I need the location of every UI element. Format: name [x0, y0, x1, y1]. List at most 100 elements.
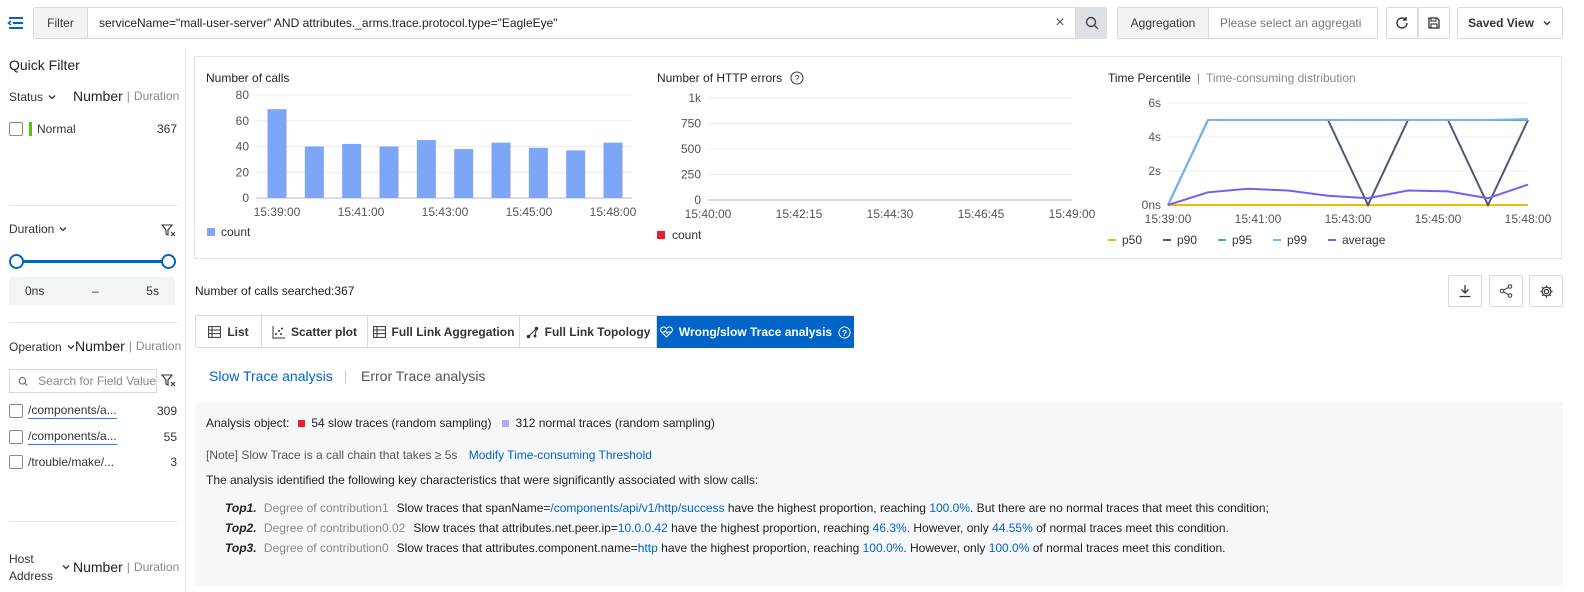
- menu-toggle-icon[interactable]: [6, 13, 28, 33]
- tab-full-link-aggregation[interactable]: Full Link Aggregation: [368, 316, 520, 348]
- refresh-button[interactable]: [1386, 7, 1418, 39]
- aggregation-select[interactable]: Please select an aggregati: [1208, 7, 1378, 39]
- errors-chart: 0 250 500 750 1k 15:40:00 15:42:15 15:44:30 15:4…: [657, 91, 1096, 242]
- top-mid: have the highest proportion, reaching: [667, 521, 873, 535]
- tab-separator: |: [1196, 71, 1201, 85]
- top-pre: Slow traces that spanName=: [396, 501, 551, 515]
- top-rank: Top1.: [225, 501, 257, 515]
- filter-query-input[interactable]: serviceName="mall-user-server" AND attri…: [88, 7, 1076, 39]
- series-line-average: [1167, 183, 1529, 206]
- status-item-normal[interactable]: Normal 367: [9, 122, 177, 136]
- legend-label: p99: [1287, 233, 1307, 247]
- table-icon: [372, 326, 386, 338]
- operation-checkbox[interactable]: [9, 404, 23, 418]
- tab-full-link-topology[interactable]: Full Link Topology: [520, 316, 657, 348]
- sort-duration[interactable]: Duration: [134, 560, 179, 574]
- sort-duration[interactable]: Duration: [136, 339, 181, 353]
- chevron-down-icon[interactable]: [61, 562, 71, 572]
- operation-checkbox[interactable]: [9, 455, 23, 469]
- calls-chart: 0 20 40 60 80 15:39:00 15:41:00 15:43:00 15:45:0…: [207, 88, 637, 239]
- aggregation-placeholder: Please select an aggregati: [1220, 16, 1362, 30]
- host-sort-toggle[interactable]: Number | Duration: [73, 559, 179, 575]
- download-button[interactable]: [1448, 275, 1482, 307]
- top-value[interactable]: http: [638, 541, 658, 555]
- x-tick-label: 15:41:00: [338, 205, 385, 219]
- subtab-error-trace-analysis[interactable]: Error Trace analysis: [361, 368, 485, 384]
- quick-filter-sidebar: Quick Filter Status Number | Duration Norm…: [0, 48, 186, 592]
- x-tick-label: 15:39:00: [1145, 212, 1192, 226]
- save-button[interactable]: [1418, 7, 1450, 39]
- operation-section-header[interactable]: Operation: [9, 340, 76, 354]
- tab-scatter-plot[interactable]: Scatter plot: [262, 316, 368, 348]
- percentile-tab[interactable]: Time Percentile: [1108, 71, 1191, 85]
- y-tick-label: 4s: [1148, 130, 1161, 144]
- bar: [304, 146, 324, 198]
- clear-duration-filter-icon[interactable]: [160, 222, 176, 238]
- sort-duration[interactable]: Duration: [134, 89, 179, 103]
- help-icon[interactable]: ?: [838, 325, 851, 339]
- operation-search-input[interactable]: Search for Field Value: [9, 369, 157, 393]
- y-tick-label: 0: [242, 191, 249, 205]
- distribution-tab[interactable]: Time-consuming distribution: [1206, 71, 1356, 85]
- operation-item[interactable]: /trouble/make/... 3: [9, 455, 177, 469]
- slider-handle-min[interactable]: [9, 254, 24, 269]
- legend-label: count: [672, 228, 702, 242]
- top-rank: Top2.: [225, 521, 257, 535]
- modify-threshold-link[interactable]: Modify Time-consuming Threshold: [469, 448, 652, 462]
- duration-dash: –: [91, 284, 99, 298]
- status-label: Status: [9, 90, 44, 104]
- operation-item[interactable]: /components/a... 55: [9, 429, 177, 445]
- operation-sort-toggle[interactable]: Number | Duration: [75, 338, 181, 354]
- table-icon: [208, 326, 222, 338]
- sort-number[interactable]: Number: [73, 88, 123, 104]
- sort-number[interactable]: Number: [73, 559, 123, 575]
- tab-list[interactable]: List: [196, 316, 262, 348]
- share-button[interactable]: [1489, 275, 1523, 307]
- top-pct: 46.3%: [872, 521, 907, 535]
- svg-text:?: ?: [795, 74, 800, 84]
- status-checkbox[interactable]: [9, 122, 23, 136]
- help-icon[interactable]: ?: [790, 71, 804, 85]
- top-contribution: Degree of contribution0: [263, 541, 389, 555]
- operation-item[interactable]: /components/a... 309: [9, 403, 177, 419]
- host-section-header[interactable]: Host Address: [9, 551, 69, 585]
- x-tick-label: 15:41:00: [1235, 212, 1282, 226]
- duration-section-header[interactable]: Duration: [9, 222, 68, 236]
- top-value[interactable]: 10.0.0.42: [618, 521, 668, 535]
- clear-operation-filter-icon[interactable]: [160, 372, 176, 388]
- settings-button[interactable]: [1529, 275, 1563, 307]
- divider: [9, 521, 177, 522]
- svg-text:?: ?: [842, 327, 847, 337]
- bar: [416, 140, 436, 198]
- x-tick-label: 15:48:00: [1505, 212, 1552, 226]
- tab-wrong-slow-trace-analysis[interactable]: Wrong/slow Trace analysis ?: [657, 316, 854, 348]
- tab-topology-label: Full Link Topology: [544, 325, 651, 339]
- save-icon: [1428, 17, 1440, 29]
- tab-list-label: List: [227, 325, 249, 339]
- status-sort-toggle[interactable]: Number | Duration: [73, 88, 179, 104]
- status-item-count: 367: [156, 122, 177, 136]
- y-tick-label: 60: [236, 114, 250, 128]
- subtab-slow-trace-analysis[interactable]: Slow Trace analysis: [209, 368, 333, 384]
- search-button[interactable]: [1076, 7, 1107, 39]
- clear-filter-icon[interactable]: ×: [1052, 14, 1068, 32]
- slider-handle-max[interactable]: [161, 254, 176, 269]
- bar: [267, 109, 287, 198]
- top-post: . However, only: [906, 521, 993, 535]
- slider-track: [16, 260, 170, 263]
- scatter-icon: [272, 325, 285, 338]
- top-item: Top3. Degree of contribution0 Slow traces…: [225, 541, 1226, 555]
- x-tick-label: 15:43:00: [422, 205, 469, 219]
- status-section-header[interactable]: Status: [9, 90, 57, 104]
- sort-number[interactable]: Number: [75, 338, 125, 354]
- operation-checkbox[interactable]: [9, 430, 23, 444]
- legend-label: p50: [1122, 233, 1142, 247]
- legend-swatch: [657, 231, 665, 239]
- slow-legend-swatch: [298, 419, 306, 427]
- top-contribution: Degree of contribution0.02: [263, 521, 406, 535]
- x-tick-label: 15:43:00: [1325, 212, 1372, 226]
- top-value[interactable]: /components/api/v1/http/success: [550, 501, 724, 515]
- saved-view-dropdown[interactable]: Saved View: [1457, 7, 1563, 39]
- duration-slider[interactable]: [9, 254, 177, 270]
- calls-searched-summary: Number of calls searched:367: [195, 284, 355, 298]
